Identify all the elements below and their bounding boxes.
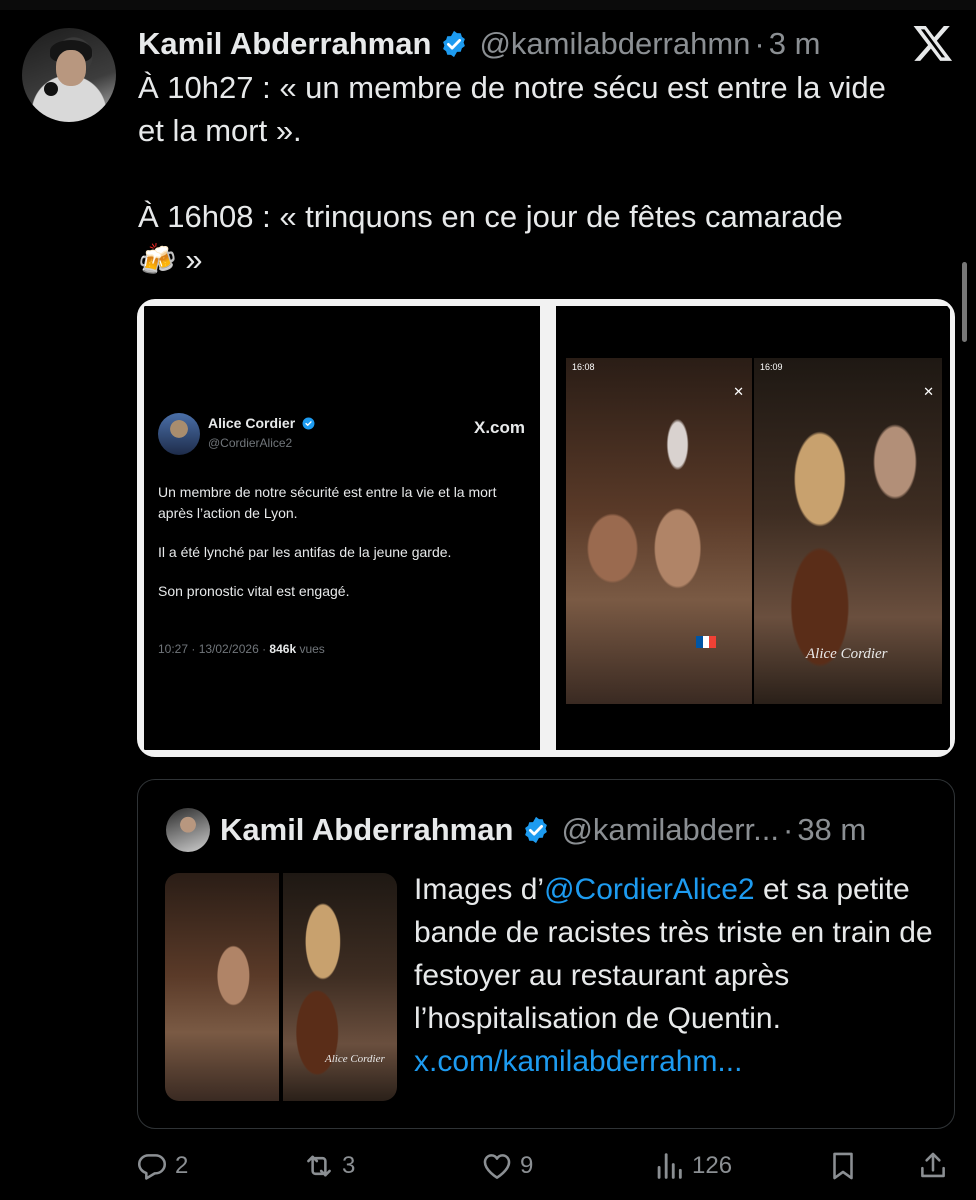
story-photo: 16:09 ✕ Alice Cordier bbox=[754, 358, 942, 704]
verified-badge-icon bbox=[443, 30, 466, 58]
tweet-header: Kamil Abderrahman @kamilabderrahmn · 3 m bbox=[138, 24, 820, 64]
heart-icon bbox=[483, 1154, 511, 1179]
quoted-author-name[interactable]: Kamil Abderrahman bbox=[220, 812, 513, 848]
reply-icon bbox=[137, 1154, 167, 1180]
photo-watermark: Alice Cordier bbox=[806, 646, 888, 662]
photo-image[interactable]: 16:08 ✕ 16:09 ✕ Alice Cordier bbox=[556, 306, 950, 750]
quoted-author-avatar[interactable] bbox=[166, 808, 210, 852]
share-icon bbox=[921, 1152, 945, 1178]
tweet-text-line: À 16h08 : « trinquons en ce jour de fête… bbox=[138, 199, 843, 234]
author-avatar[interactable] bbox=[22, 28, 116, 122]
tweet-text-line: À 10h27 : « un membre de notre sécu est … bbox=[138, 70, 886, 105]
reply-button[interactable]: 2 bbox=[135, 1144, 188, 1188]
reply-count: 2 bbox=[175, 1152, 189, 1179]
bookmark-button[interactable] bbox=[826, 1144, 860, 1188]
flag-icon bbox=[696, 636, 717, 648]
repost-count: 3 bbox=[342, 1152, 356, 1179]
views-button[interactable]: 126 bbox=[652, 1144, 732, 1188]
quoted-author-handle[interactable]: @kamilabderr... bbox=[561, 812, 779, 848]
photo-watermark: Alice Cordier bbox=[325, 1053, 385, 1065]
quoted-tweet[interactable]: Kamil Abderrahman @kamilabderr... · 38 m… bbox=[137, 779, 955, 1129]
share-button[interactable] bbox=[916, 1144, 950, 1188]
like-count: 9 bbox=[520, 1152, 534, 1179]
like-button[interactable]: 9 bbox=[480, 1144, 533, 1188]
tweet-text-line: et la mort ». bbox=[138, 113, 302, 148]
mention-link[interactable]: @CordierAlice2 bbox=[544, 873, 755, 906]
embedded-meta: 10:27 · 13/02/2026 · 846k vues bbox=[158, 642, 325, 656]
tweet-timestamp[interactable]: 3 m bbox=[769, 26, 821, 62]
screenshot-image[interactable]: Alice Cordier @CordierAlice2 X.com Un me… bbox=[144, 306, 540, 750]
separator-dot: · bbox=[754, 26, 765, 61]
embedded-text: Un membre de notre sécurité est entre la… bbox=[158, 484, 497, 599]
repost-button[interactable]: 3 bbox=[302, 1144, 355, 1188]
embedded-source: X.com bbox=[474, 418, 526, 437]
verified-badge-icon bbox=[525, 816, 548, 844]
views-chart-icon bbox=[657, 1153, 682, 1179]
separator-dot: · bbox=[782, 812, 794, 847]
embedded-author-name: Alice Cordier bbox=[208, 415, 315, 431]
tweet-text-line: 🍻 » bbox=[138, 242, 203, 277]
scrollbar-thumb[interactable] bbox=[962, 262, 967, 342]
author-name[interactable]: Kamil Abderrahman bbox=[138, 26, 431, 62]
views-count: 126 bbox=[692, 1152, 733, 1179]
verified-badge-icon bbox=[302, 417, 315, 430]
story-photo: 16:08 ✕ bbox=[566, 358, 752, 704]
tweet-text: À 10h27 : « un membre de notre sécu est … bbox=[138, 66, 938, 281]
url-link[interactable]: x.com/kamilabderrahm... bbox=[414, 1045, 742, 1078]
x-logo-icon bbox=[913, 26, 953, 61]
repost-icon bbox=[307, 1155, 331, 1177]
quoted-tweet-header: Kamil Abderrahman @kamilabderr... · 38 m bbox=[220, 810, 866, 850]
close-icon: ✕ bbox=[923, 384, 934, 399]
top-divider bbox=[0, 0, 976, 10]
bookmark-icon bbox=[833, 1152, 853, 1180]
quoted-tweet-image[interactable]: Alice Cordier bbox=[165, 873, 397, 1101]
close-icon: ✕ bbox=[733, 384, 744, 399]
embedded-avatar bbox=[158, 413, 200, 455]
quoted-tweet-text: Images d’@CordierAlice2 et sa petite ban… bbox=[414, 873, 933, 1078]
quoted-tweet-timestamp[interactable]: 38 m bbox=[797, 812, 866, 848]
action-bar: 2 3 9 126 bbox=[0, 1144, 976, 1188]
media-grid[interactable]: Alice Cordier @CordierAlice2 X.com Un me… bbox=[137, 299, 955, 757]
embedded-handle: @CordierAlice2 bbox=[208, 436, 293, 450]
author-handle[interactable]: @kamilabderrahmn bbox=[479, 26, 750, 62]
